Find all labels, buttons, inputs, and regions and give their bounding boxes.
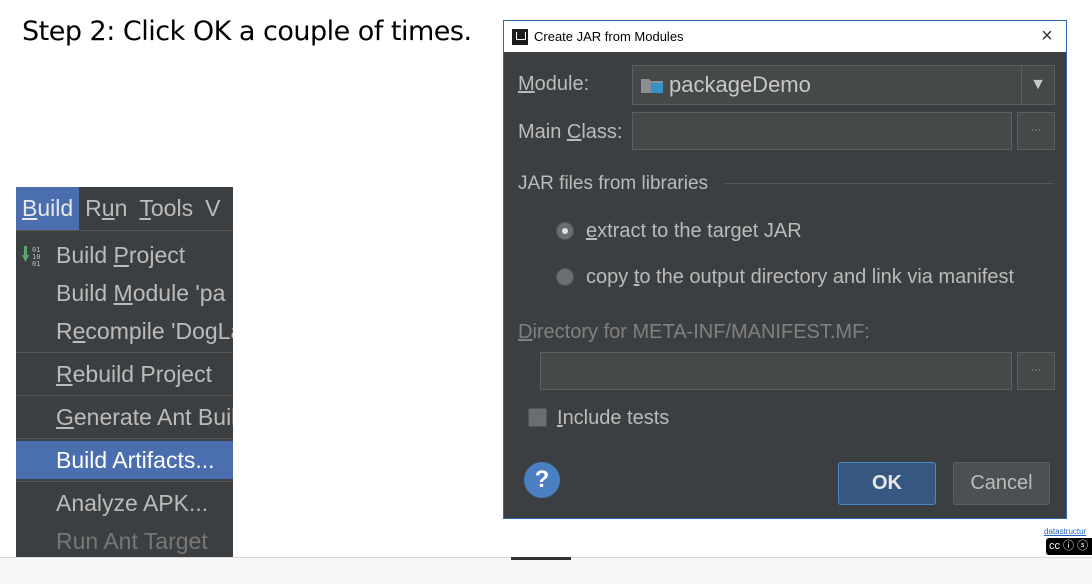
menu-item-generate-ant-build[interactable]: Generate Ant Buil [16, 398, 233, 436]
help-icon[interactable]: ? [524, 462, 560, 498]
manifest-dir-label: Directory for META-INF/MANIFEST.MF: [518, 321, 870, 343]
svg-text:01: 01 [32, 260, 40, 267]
create-jar-dialog: Create JAR from Modules × Module: packag… [503, 20, 1067, 519]
menu-item-rebuild-project[interactable]: Rebuild Project [16, 355, 233, 393]
module-combobox[interactable]: packageDemo ▼ [632, 65, 1055, 105]
jar-files-group-label: JAR files from libraries [518, 173, 709, 194]
menu-separator [16, 481, 233, 482]
include-tests-checkbox[interactable] [528, 408, 547, 427]
build-project-icon: 01 10 01 [22, 245, 48, 268]
include-tests-label[interactable]: Include tests [557, 407, 669, 430]
cc-license-badge: cc ⓘ ⓢ [1046, 538, 1092, 555]
manifest-dir-input[interactable] [540, 352, 1012, 390]
menu-separator [16, 395, 233, 396]
menu-item-build-project[interactable]: 01 10 01 Build Project [16, 236, 233, 274]
menu-build[interactable]: Build [16, 187, 80, 230]
radio-extract-label[interactable]: extract to the target JAR [586, 220, 802, 243]
menu-tools[interactable]: Tools [133, 187, 199, 230]
menu-separator [16, 352, 233, 353]
module-folder-icon [641, 77, 663, 93]
group-divider [724, 183, 1054, 184]
module-value: packageDemo [669, 72, 811, 97]
build-menu: Build Run Tools V 01 10 01 Build Project… [16, 187, 233, 557]
credit-link[interactable]: datastructur [1044, 527, 1086, 536]
radio-copy[interactable] [556, 268, 574, 286]
menu-item-analyze-apk[interactable]: Analyze APK... [16, 484, 233, 522]
chevron-down-icon[interactable]: ▼ [1021, 66, 1054, 104]
menu-item-recompile[interactable]: Recompile 'DogLa [16, 312, 233, 350]
menu-item-build-module[interactable]: Build Module 'pa [16, 274, 233, 312]
manifest-dir-browse-button[interactable]: ··· [1017, 352, 1055, 390]
menu-bar: Build Run Tools V [16, 187, 233, 231]
page-footer [0, 557, 1092, 584]
radio-copy-label[interactable]: copy to the output directory and link vi… [586, 266, 1014, 289]
module-label: Module: [518, 73, 590, 95]
main-class-input[interactable] [632, 112, 1012, 150]
step-instruction: Step 2: Click OK a couple of times. [22, 16, 472, 47]
ok-button[interactable]: OK [838, 462, 936, 505]
close-icon[interactable]: × [1034, 23, 1060, 49]
dialog-titlebar[interactable]: Create JAR from Modules × [504, 21, 1066, 52]
footer-tab-indicator [511, 557, 571, 560]
intellij-app-icon [512, 28, 528, 45]
menu-separator [16, 438, 233, 439]
main-class-browse-button[interactable]: ··· [1017, 112, 1055, 150]
dialog-title: Create JAR from Modules [534, 29, 684, 44]
menu-view[interactable]: V [199, 187, 226, 230]
menu-item-run-ant-target[interactable]: Run Ant Target [16, 522, 233, 557]
menu-run[interactable]: Run [79, 187, 133, 230]
menu-item-build-artifacts[interactable]: Build Artifacts... [16, 441, 233, 479]
radio-extract[interactable] [556, 222, 574, 240]
cancel-button[interactable]: Cancel [953, 462, 1050, 505]
main-class-label: Main Class: [518, 121, 623, 143]
